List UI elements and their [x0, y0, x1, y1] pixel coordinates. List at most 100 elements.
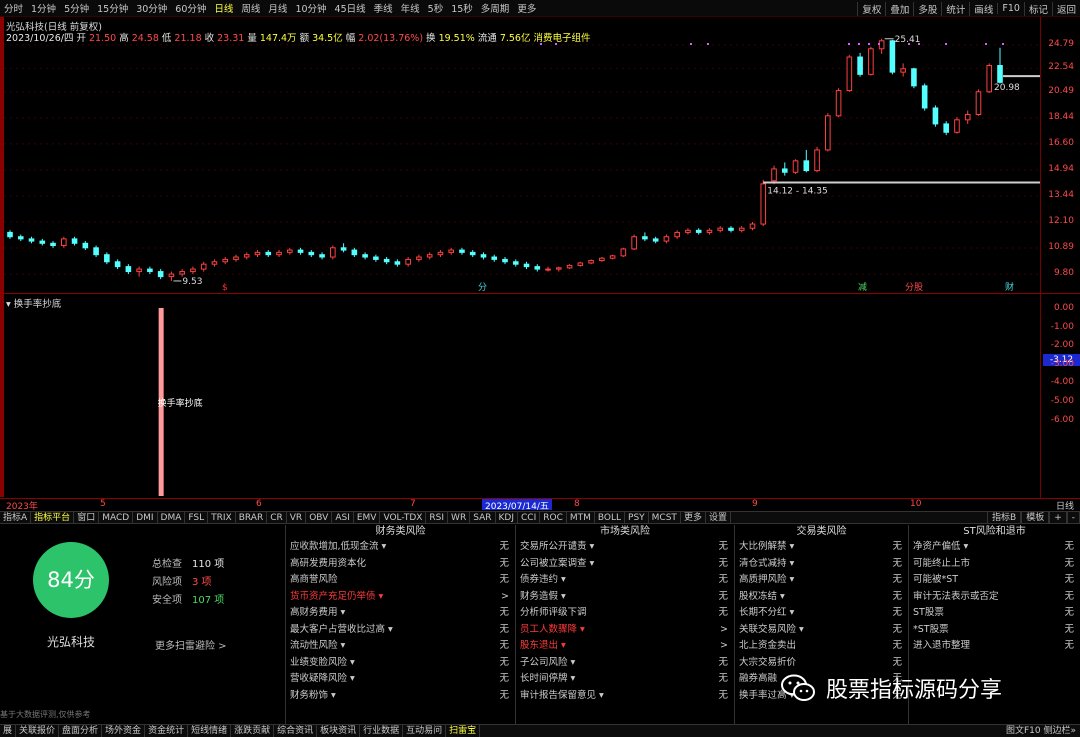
tab-8[interactable]: BRAR	[236, 512, 268, 523]
candle[interactable]	[17, 234, 24, 242]
candle[interactable]	[652, 236, 659, 244]
candle[interactable]	[846, 54, 853, 92]
risk-item[interactable]: 货币资产充足仍举债 ▾ >	[286, 589, 515, 606]
toolbar-btn-2[interactable]: 多股	[913, 1, 941, 16]
candle[interactable]	[534, 264, 541, 272]
candle[interactable]	[459, 247, 465, 255]
candle[interactable]	[211, 259, 218, 267]
tab-4[interactable]: DMI	[133, 512, 158, 523]
tab-20[interactable]: ROC	[540, 512, 567, 523]
candle[interactable]	[50, 241, 56, 248]
candle[interactable]	[157, 269, 164, 280]
risk-item[interactable]: 交易所公开谴责 ▾ 无	[516, 539, 734, 556]
risk-item[interactable]: *ST股票 无	[909, 622, 1080, 639]
tab-3[interactable]: MACD	[99, 512, 134, 523]
candle[interactable]	[265, 250, 272, 258]
candle[interactable]	[685, 228, 691, 235]
period-label[interactable]: 日线	[1056, 499, 1074, 510]
risk-item[interactable]: 最大客户占营收比过高 ▾ 无	[286, 622, 515, 639]
candle[interactable]	[642, 232, 648, 242]
period-1[interactable]: 1分钟	[27, 1, 60, 15]
candle[interactable]	[7, 230, 13, 239]
candle[interactable]	[717, 226, 724, 233]
toolbar-btn-6[interactable]: 标记	[1023, 1, 1052, 16]
period-12[interactable]: 年线	[397, 1, 424, 15]
candle[interactable]	[491, 254, 498, 262]
bottom-tab-11[interactable]: 扫雷宝	[446, 725, 481, 737]
candle[interactable]	[480, 252, 487, 260]
candle[interactable]	[663, 234, 670, 244]
risk-item[interactable]: 高商誉风险 无	[286, 572, 515, 589]
candle[interactable]	[426, 252, 433, 260]
candle[interactable]	[448, 247, 454, 255]
period-2[interactable]: 5分钟	[60, 1, 93, 15]
candle[interactable]	[297, 247, 304, 255]
candle[interactable]	[405, 257, 411, 267]
candle[interactable]	[469, 250, 476, 258]
risk-item[interactable]: 分析师评级下调 无	[516, 605, 734, 622]
candle[interactable]	[351, 247, 358, 258]
candle[interactable]	[125, 264, 132, 275]
risk-item[interactable]: 子公司风险 ▾ 无	[516, 655, 734, 672]
candle[interactable]	[233, 254, 239, 262]
candle[interactable]	[814, 146, 820, 173]
candle[interactable]	[416, 254, 422, 262]
candle[interactable]	[609, 254, 616, 260]
tab-16[interactable]: WR	[448, 512, 471, 523]
candle[interactable]	[943, 121, 949, 136]
candle[interactable]	[577, 261, 584, 267]
risk-item[interactable]: 高财务费用 ▾ 无	[286, 605, 515, 622]
risk-item[interactable]: 关联交易风险 ▾ 无	[735, 622, 908, 639]
candle[interactable]	[512, 259, 519, 267]
tab-14[interactable]: VOL-TDX	[380, 512, 427, 523]
candle[interactable]	[588, 259, 594, 265]
risk-item[interactable]: 北上资金卖出 无	[735, 638, 908, 655]
risk-item[interactable]: 清仓式减持 ▾ 无	[735, 556, 908, 573]
candle[interactable]	[674, 230, 680, 239]
candle[interactable]	[200, 261, 207, 272]
tab-1[interactable]: 指标平台	[31, 512, 75, 523]
candle[interactable]	[254, 250, 261, 258]
candle[interactable]	[792, 159, 799, 174]
candle[interactable]	[781, 162, 788, 176]
candle[interactable]	[932, 105, 939, 127]
candle[interactable]	[911, 67, 917, 89]
risk-item[interactable]: 大宗交易折价 无	[735, 655, 908, 672]
candle[interactable]	[954, 117, 960, 134]
toolbar-btn-0[interactable]: 复权	[857, 1, 885, 16]
tab-0[interactable]: 指标A	[0, 512, 32, 523]
candle[interactable]	[695, 228, 702, 235]
tab-17[interactable]: SAR	[470, 512, 496, 523]
candle[interactable]	[599, 257, 605, 262]
risk-item[interactable]: 高研发费用资本化 无	[286, 556, 515, 573]
tab-right-0[interactable]: 指标B	[987, 512, 1022, 523]
candle[interactable]	[61, 236, 67, 248]
candle[interactable]	[340, 243, 347, 253]
candle[interactable]	[857, 52, 863, 77]
candle[interactable]	[825, 113, 831, 152]
candle[interactable]	[394, 259, 401, 267]
candle[interactable]	[319, 252, 325, 260]
risk-item[interactable]: 进入退市整理 无	[909, 638, 1080, 655]
risk-item[interactable]: 审计报告保留意见 ▾ 无	[516, 688, 734, 705]
candle[interactable]	[179, 269, 185, 277]
candle[interactable]	[997, 47, 1003, 84]
risk-item[interactable]: 财务造假 ▾ 无	[516, 589, 734, 606]
candle[interactable]	[566, 264, 573, 270]
risk-item[interactable]: 公司被立案调查 ▾ 无	[516, 556, 734, 573]
candle[interactable]	[749, 221, 756, 231]
candle[interactable]	[373, 254, 379, 262]
risk-item[interactable]: 员工人数骤降 ▾ >	[516, 622, 734, 639]
risk-item[interactable]: 长期不分红 ▾ 无	[735, 605, 908, 622]
candle[interactable]	[276, 250, 282, 258]
candle[interactable]	[104, 252, 110, 265]
bottom-tab-6[interactable]: 涨跌贡献	[231, 725, 275, 737]
bottom-tab-1[interactable]: 关联报价	[16, 725, 60, 737]
candle[interactable]	[362, 252, 368, 260]
tab-right-1[interactable]: 模板	[1021, 512, 1050, 523]
risk-item[interactable]: 净资产偏低 ▾ 无	[909, 539, 1080, 556]
candle[interactable]	[803, 149, 810, 173]
candle[interactable]	[728, 226, 734, 233]
candle[interactable]	[878, 38, 885, 54]
candle[interactable]	[889, 39, 896, 75]
